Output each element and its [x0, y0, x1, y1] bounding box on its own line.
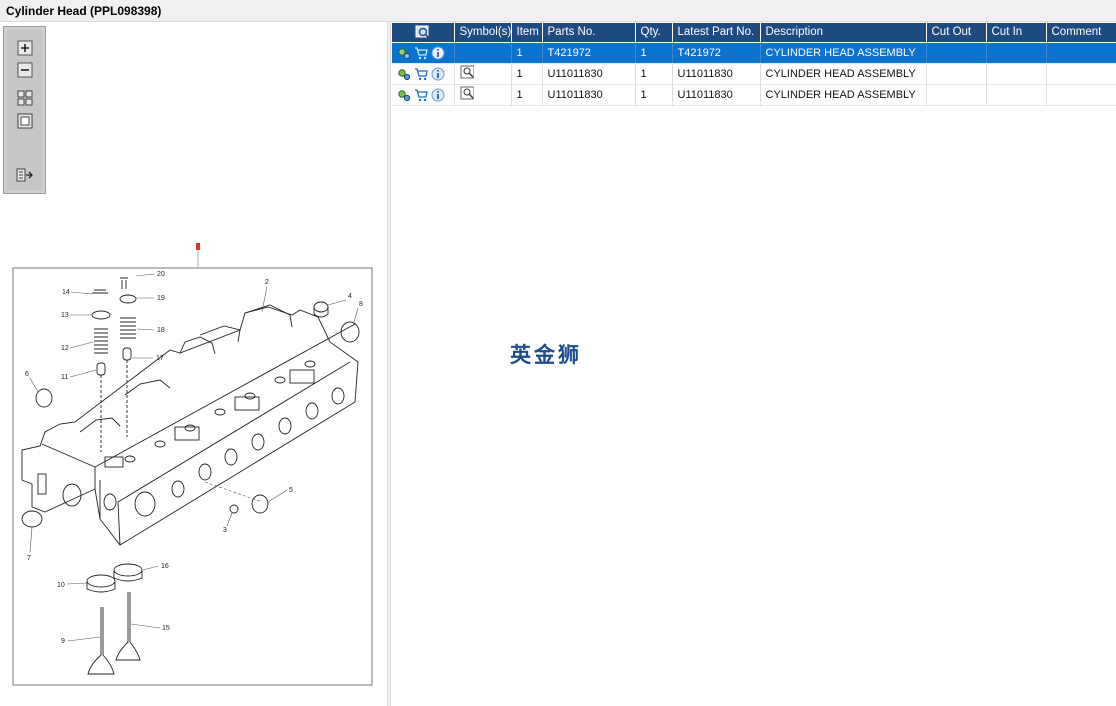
title-bar: Cylinder Head (PPL098398) [0, 0, 1116, 22]
latest-part-no-cell: U11011830 [672, 84, 761, 106]
callout-16[interactable]: 16 [161, 563, 169, 570]
shopping-cart-icon[interactable] [414, 88, 428, 102]
table-row[interactable]: 1 U11011830 1 U11011830 CYLINDER HEAD AS… [392, 84, 1116, 106]
latest-part-no-cell: U11011830 [672, 63, 761, 85]
zoom-in-button[interactable] [15, 39, 35, 57]
table-row[interactable]: 1 T421972 1 T421972 CYLINDER HEAD ASSEMB… [392, 42, 1116, 64]
info-icon[interactable] [431, 88, 445, 102]
callout-2[interactable]: 2 [265, 279, 269, 286]
exploded-parts-diagram[interactable]: 20 14 19 13 18 12 17 11 2 4 8 6 5 3 7 16… [0, 212, 387, 706]
cut-in-cell [986, 84, 1047, 106]
latest-part-no-cell: T421972 [672, 42, 761, 64]
table-header-row: Symbol(s) Item Parts No. Qty. Latest Par… [392, 23, 1116, 43]
drawing-toolbar [3, 26, 46, 194]
parts-no-cell: T421972 [542, 42, 636, 64]
cut-out-cell [926, 42, 987, 64]
callout-8[interactable]: 8 [359, 301, 363, 308]
table-row[interactable]: 1 U11011830 1 U11011830 CYLINDER HEAD AS… [392, 63, 1116, 85]
description-cell: CYLINDER HEAD ASSEMBLY [760, 42, 927, 64]
callout-3[interactable]: 3 [223, 527, 227, 534]
zoom-out-button[interactable] [15, 61, 35, 79]
description-cell: CYLINDER HEAD ASSEMBLY [760, 63, 927, 85]
callout-18[interactable]: 18 [157, 327, 165, 334]
export-list-icon [16, 168, 33, 182]
fit-all-icon [17, 90, 33, 106]
illustration-pane[interactable]: 20 14 19 13 18 12 17 11 2 4 8 6 5 3 7 16… [0, 22, 387, 706]
shopping-cart-icon[interactable] [414, 67, 428, 81]
actual-size-button[interactable] [15, 112, 35, 130]
fit-all-button[interactable] [15, 89, 35, 107]
col-header-qty[interactable]: Qty. [635, 23, 673, 43]
comment-cell [1046, 84, 1116, 106]
col-header-symbols[interactable]: Symbol(s) [454, 23, 512, 43]
info-icon[interactable] [431, 67, 445, 81]
callout-12[interactable]: 12 [61, 345, 69, 352]
callout-19[interactable]: 19 [157, 295, 165, 302]
callout-6[interactable]: 6 [25, 371, 29, 378]
callout-10[interactable]: 10 [57, 582, 65, 589]
callout-5[interactable]: 5 [289, 487, 293, 494]
col-header-cut-out[interactable]: Cut Out [926, 23, 987, 43]
callout-17[interactable]: 17 [156, 355, 164, 362]
description-cell: CYLINDER HEAD ASSEMBLY [760, 84, 927, 106]
settings-gears-icon[interactable] [397, 46, 411, 60]
search-parts-icon [415, 25, 430, 39]
parts-no-cell: U11011830 [542, 63, 636, 85]
cut-out-cell [926, 63, 987, 85]
callout-15[interactable]: 15 [162, 625, 170, 632]
comment-cell [1046, 42, 1116, 64]
zoom-in-icon [17, 40, 33, 56]
cut-out-cell [926, 84, 987, 106]
info-icon[interactable] [431, 46, 445, 60]
col-header-item[interactable]: Item [511, 23, 543, 43]
cut-in-cell [986, 63, 1047, 85]
shopping-cart-icon[interactable] [414, 46, 428, 60]
col-header-actions[interactable] [392, 23, 455, 43]
parts-no-cell: U11011830 [542, 84, 636, 106]
view-drawing-icon[interactable] [460, 65, 474, 79]
qty-cell: 1 [635, 42, 673, 64]
settings-gears-icon[interactable] [397, 88, 411, 102]
col-header-cut-in[interactable]: Cut In [986, 23, 1047, 43]
col-header-comment[interactable]: Comment [1046, 23, 1116, 43]
cut-in-cell [986, 42, 1047, 64]
qty-cell: 1 [635, 63, 673, 85]
symbol-cell [454, 42, 512, 64]
drawing-frame [12, 267, 373, 686]
parts-table: Symbol(s) Item Parts No. Qty. Latest Par… [392, 23, 1116, 106]
parts-list-grid[interactable]: Symbol(s) Item Parts No. Qty. Latest Par… [391, 22, 1116, 706]
actual-size-icon [17, 113, 33, 129]
callout-9[interactable]: 9 [61, 638, 65, 645]
comment-cell [1046, 63, 1116, 85]
item-cell: 1 [511, 84, 543, 106]
watermark-text: 英金狮 [510, 343, 582, 367]
export-list-button[interactable] [15, 166, 35, 184]
col-header-description[interactable]: Description [760, 23, 927, 43]
callout-20[interactable]: 20 [157, 271, 165, 278]
col-header-latest-part-no[interactable]: Latest Part No. [672, 23, 761, 43]
callout-11[interactable]: 11 [61, 374, 68, 381]
callout-7[interactable]: 7 [27, 555, 31, 562]
item-cell: 1 [511, 63, 543, 85]
col-header-parts-no[interactable]: Parts No. [542, 23, 636, 43]
callout-4[interactable]: 4 [348, 293, 352, 300]
view-drawing-icon[interactable] [460, 86, 474, 100]
callout-14[interactable]: 14 [62, 289, 70, 296]
callout-1-marker[interactable] [196, 243, 200, 250]
callout-13[interactable]: 13 [61, 312, 69, 319]
window-title: Cylinder Head (PPL098398) [6, 4, 162, 18]
zoom-out-icon [17, 62, 33, 78]
item-cell: 1 [511, 42, 543, 64]
settings-gears-icon[interactable] [397, 67, 411, 81]
qty-cell: 1 [635, 84, 673, 106]
